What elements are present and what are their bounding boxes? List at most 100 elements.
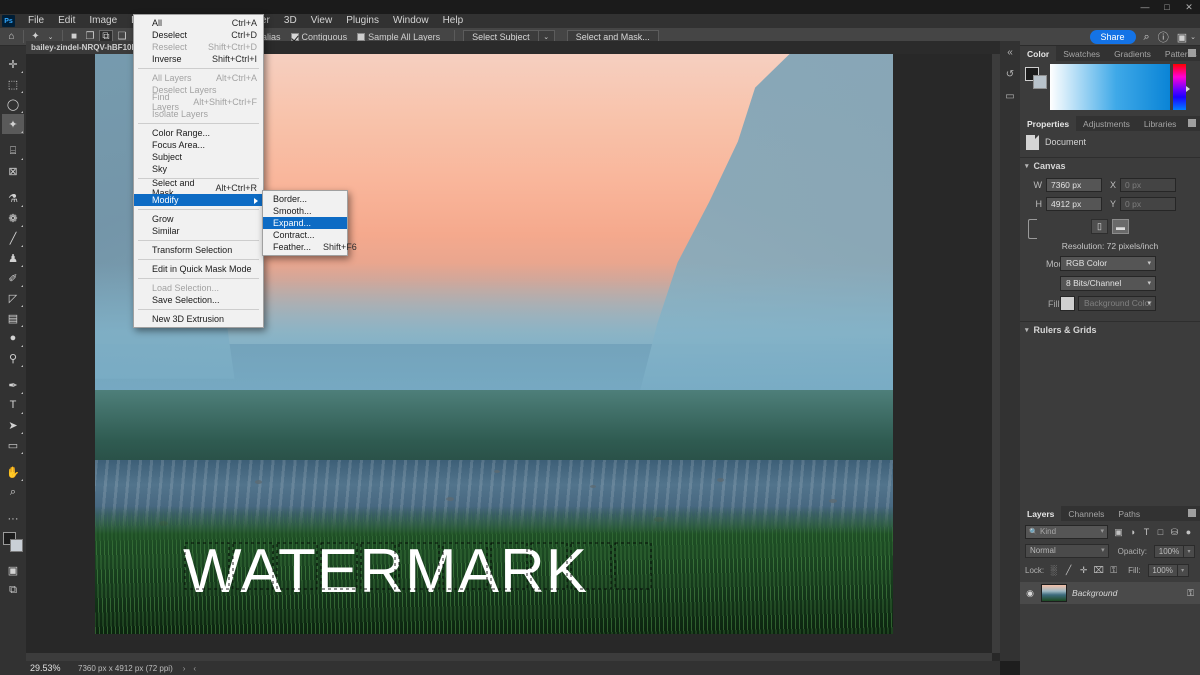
menu-file[interactable]: File: [21, 14, 51, 28]
help-icon[interactable]: ⓘ: [1158, 29, 1169, 45]
menu-item-focus-area[interactable]: Focus Area...: [134, 139, 263, 151]
filter-toggle-icon[interactable]: ●: [1182, 525, 1195, 539]
fill-caret-icon[interactable]: ▾: [1178, 564, 1189, 577]
type-tool[interactable]: T: [2, 395, 24, 415]
menu-item-all-layers[interactable]: All LayersAlt+Ctrl+A: [134, 72, 263, 84]
menu-item-color-range[interactable]: Color Range...: [134, 127, 263, 139]
share-button[interactable]: Share: [1090, 30, 1136, 44]
menu-item-find-layers[interactable]: Find LayersAlt+Shift+Ctrl+F: [134, 96, 263, 108]
menu-item-deselect[interactable]: DeselectCtrl+D: [134, 29, 263, 41]
menu-item-grow[interactable]: Grow: [134, 213, 263, 225]
filter-pixel-icon[interactable]: ▣: [1112, 525, 1125, 539]
history-panel-icon[interactable]: ↺: [1002, 67, 1018, 81]
menu-3d[interactable]: 3D: [277, 14, 304, 28]
fill-input[interactable]: 100%: [1148, 564, 1178, 577]
modify-submenu[interactable]: Border...Smooth...Expand...Contract...Fe…: [262, 190, 348, 256]
height-input[interactable]: 4912 px: [1046, 197, 1102, 211]
status-caret-right-icon[interactable]: ›: [183, 664, 186, 673]
menu-item-subject[interactable]: Subject: [134, 151, 263, 163]
workspace-icon[interactable]: ▣: [1177, 31, 1187, 44]
canvas-vertical-scrollbar[interactable]: [992, 54, 1000, 653]
tab-swatches[interactable]: Swatches: [1056, 46, 1107, 61]
select-menu-dropdown[interactable]: AllCtrl+ADeselectCtrl+DReselectShift+Ctr…: [133, 14, 264, 328]
workspace-caret-icon[interactable]: ⌄: [1190, 33, 1196, 41]
zoom-tool[interactable]: ⌕: [2, 482, 24, 502]
background-color-swatch[interactable]: [10, 539, 23, 552]
menu-item-new-3d-extrusion[interactable]: New 3D Extrusion: [134, 313, 263, 325]
menu-plugins[interactable]: Plugins: [339, 14, 386, 28]
menu-item-modify[interactable]: Modify: [134, 194, 263, 206]
width-input[interactable]: 7360 px: [1046, 178, 1102, 192]
submenu-item-border[interactable]: Border...: [263, 193, 347, 205]
collapse-panels-icon[interactable]: «: [1002, 45, 1018, 59]
rulers-grids-section-header[interactable]: ▾ Rulers & Grids: [1020, 322, 1200, 338]
spot-healing-brush-tool[interactable]: ❁: [2, 208, 24, 228]
lock-all-icon[interactable]: ⚿: [1108, 563, 1119, 577]
tab-gradients[interactable]: Gradients: [1107, 46, 1158, 61]
sample-all-layers-checkbox[interactable]: Sample All Layers: [357, 32, 440, 42]
menu-item-edit-in-quick-mask-mode[interactable]: Edit in Quick Mask Mode: [134, 263, 263, 275]
filter-smart-object-icon[interactable]: ⛁: [1168, 525, 1181, 539]
color-mode-select[interactable]: RGB Color: [1060, 256, 1156, 271]
properties-panel-menu-icon[interactable]: [1188, 119, 1196, 127]
layer-name[interactable]: Background: [1072, 588, 1182, 598]
submenu-item-expand[interactable]: Expand...: [263, 217, 347, 229]
lock-image-pixels-icon[interactable]: ╱: [1063, 563, 1074, 577]
frame-tool[interactable]: ⊠: [2, 161, 24, 181]
lock-artboard-nesting-icon[interactable]: ⌧: [1093, 563, 1104, 577]
contiguous-checkbox[interactable]: Contiguous: [291, 32, 348, 42]
tab-paths[interactable]: Paths: [1111, 506, 1147, 521]
gradient-tool[interactable]: ▤: [2, 308, 24, 328]
bit-depth-select[interactable]: 8 Bits/Channel: [1060, 276, 1156, 291]
brush-tool[interactable]: ╱: [2, 228, 24, 248]
menu-item-select-and-mask[interactable]: Select and Mask...Alt+Ctrl+R: [134, 182, 263, 194]
menu-item-transform-selection[interactable]: Transform Selection: [134, 244, 263, 256]
y-input[interactable]: 0 px: [1120, 197, 1176, 211]
history-brush-tool[interactable]: ✐: [2, 268, 24, 288]
rectangular-marquee-tool[interactable]: ⬚: [2, 74, 24, 94]
menu-item-all[interactable]: AllCtrl+A: [134, 17, 263, 29]
screen-mode-icon[interactable]: ⧉: [2, 580, 24, 600]
move-tool[interactable]: ✛: [2, 54, 24, 74]
menu-item-isolate-layers[interactable]: Isolate Layers: [134, 108, 263, 120]
rectangle-tool[interactable]: ▭: [2, 435, 24, 455]
layer-visibility-eye-icon[interactable]: ◉: [1024, 587, 1036, 599]
blur-tool[interactable]: ●: [2, 328, 24, 348]
lasso-tool[interactable]: ◯: [2, 94, 24, 114]
color-panel-background-swatch[interactable]: [1033, 75, 1047, 89]
menu-edit[interactable]: Edit: [51, 14, 82, 28]
opacity-input[interactable]: 100%: [1154, 545, 1184, 558]
hue-strip[interactable]: [1173, 64, 1186, 110]
filter-type-icon[interactable]: T: [1140, 525, 1153, 539]
maximize-button[interactable]: □: [1156, 0, 1178, 14]
tab-layers[interactable]: Layers: [1020, 506, 1061, 521]
opacity-caret-icon[interactable]: ▾: [1184, 545, 1195, 558]
minimize-button[interactable]: —: [1134, 0, 1156, 14]
blend-mode-select[interactable]: Normal: [1025, 544, 1109, 558]
edit-toolbar-button[interactable]: ···: [2, 509, 24, 529]
status-caret-left-icon[interactable]: ‹: [193, 664, 196, 673]
magic-wand-tool[interactable]: ✦: [2, 114, 24, 134]
tab-properties[interactable]: Properties: [1020, 116, 1076, 131]
color-panel-menu-icon[interactable]: [1188, 49, 1196, 57]
tab-adjustments[interactable]: Adjustments: [1076, 116, 1137, 131]
fill-type-select[interactable]: Background Color: [1078, 296, 1156, 311]
menu-item-save-selection[interactable]: Save Selection...: [134, 294, 263, 306]
canvas-horizontal-scrollbar[interactable]: [26, 653, 992, 661]
hand-tool[interactable]: ✋: [2, 462, 24, 482]
eyedropper-tool[interactable]: ⚗: [2, 188, 24, 208]
menu-image[interactable]: Image: [82, 14, 124, 28]
menu-help[interactable]: Help: [436, 14, 471, 28]
link-dimensions-icon[interactable]: [1028, 219, 1037, 239]
zoom-level-input[interactable]: 29.53%: [26, 663, 70, 673]
close-button[interactable]: ✕: [1178, 0, 1200, 14]
menu-view[interactable]: View: [304, 14, 340, 28]
notes-panel-icon[interactable]: ▭: [1002, 89, 1018, 103]
foreground-background-color-swatches[interactable]: [2, 532, 24, 554]
crop-tool[interactable]: ⌸: [2, 141, 24, 161]
filter-adjustment-icon[interactable]: ◑: [1126, 525, 1139, 539]
orientation-portrait-button[interactable]: ▯: [1091, 219, 1108, 234]
filter-shape-icon[interactable]: □: [1154, 525, 1167, 539]
orientation-landscape-button[interactable]: ▬: [1112, 219, 1129, 234]
clone-stamp-tool[interactable]: ♟: [2, 248, 24, 268]
